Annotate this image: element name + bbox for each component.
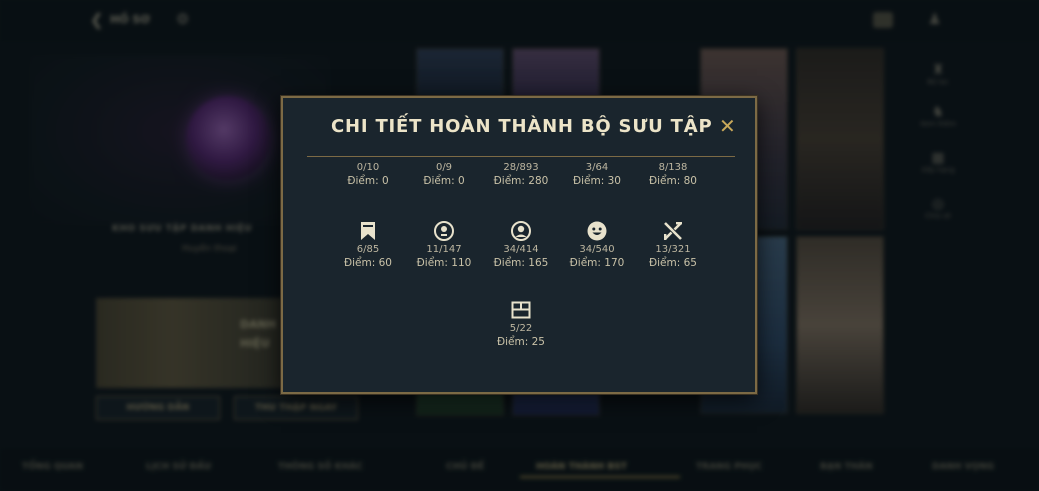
stat-count: 6/85 [356, 244, 380, 255]
stat-count: 0/10 [356, 162, 380, 173]
stat-item: 3/64 Điểm: 30 [562, 161, 632, 189]
stat-item: 5/22 Điểm: 25 [486, 299, 556, 350]
stat-item: 34/540 Điểm: 170 [562, 220, 632, 271]
stat-count: 11/147 [426, 244, 462, 255]
stat-points: Điểm: 110 [416, 257, 472, 269]
modal-title: CHI TIẾT HOÀN THÀNH BỘ SƯU TẬP [331, 116, 713, 137]
stat-count: 3/64 [585, 162, 609, 173]
stat-item: 28/893 Điểm: 280 [486, 161, 556, 189]
stat-points: Điểm: 0 [347, 175, 389, 187]
board-layout-icon [510, 299, 532, 321]
stat-item: 34/414 Điểm: 165 [486, 220, 556, 271]
stat-item: 0/9 Điểm: 0 [409, 161, 479, 189]
emote-icon [586, 220, 608, 242]
stat-count: 34/414 [503, 244, 539, 255]
stat-points: Điểm: 65 [649, 257, 697, 269]
stat-count: 28/893 [503, 162, 539, 173]
stat-points: Điểm: 80 [649, 175, 697, 187]
face-circle-icon [433, 220, 455, 242]
stat-item: 0/10 Điểm: 0 [333, 161, 403, 189]
stat-count: 8/138 [658, 162, 688, 173]
title-divider [307, 156, 735, 157]
crossed-swords-icon [662, 220, 684, 242]
stat-item: 13/321 Điểm: 65 [638, 220, 708, 271]
stat-points: Điểm: 60 [344, 257, 392, 269]
bookmark-icon [357, 220, 379, 242]
stat-points: Điểm: 30 [573, 175, 621, 187]
stat-item: 11/147 Điểm: 110 [409, 220, 479, 271]
stat-count: 34/540 [579, 244, 615, 255]
stat-points: Điểm: 165 [493, 257, 549, 269]
stats-scroll-area[interactable]: 0/10 Điểm: 0 0/9 Điểm: 0 28/893 Điểm: 28… [283, 158, 755, 390]
stat-points: Điểm: 280 [493, 175, 549, 187]
stat-points: Điểm: 0 [423, 175, 465, 187]
close-icon[interactable]: ✕ [719, 114, 736, 138]
stat-points: Điểm: 25 [497, 336, 545, 348]
collection-detail-modal: CHI TIẾT HOÀN THÀNH BỘ SƯU TẬP ✕ 0/10 Đi… [281, 96, 757, 394]
stat-count: 5/22 [509, 323, 533, 334]
stat-count: 0/9 [435, 162, 453, 173]
avatar-frame-icon [510, 220, 532, 242]
stat-count: 13/321 [655, 244, 691, 255]
stat-item: 8/138 Điểm: 80 [638, 161, 708, 189]
stat-points: Điểm: 170 [569, 257, 625, 269]
stat-item: 6/85 Điểm: 60 [333, 220, 403, 271]
